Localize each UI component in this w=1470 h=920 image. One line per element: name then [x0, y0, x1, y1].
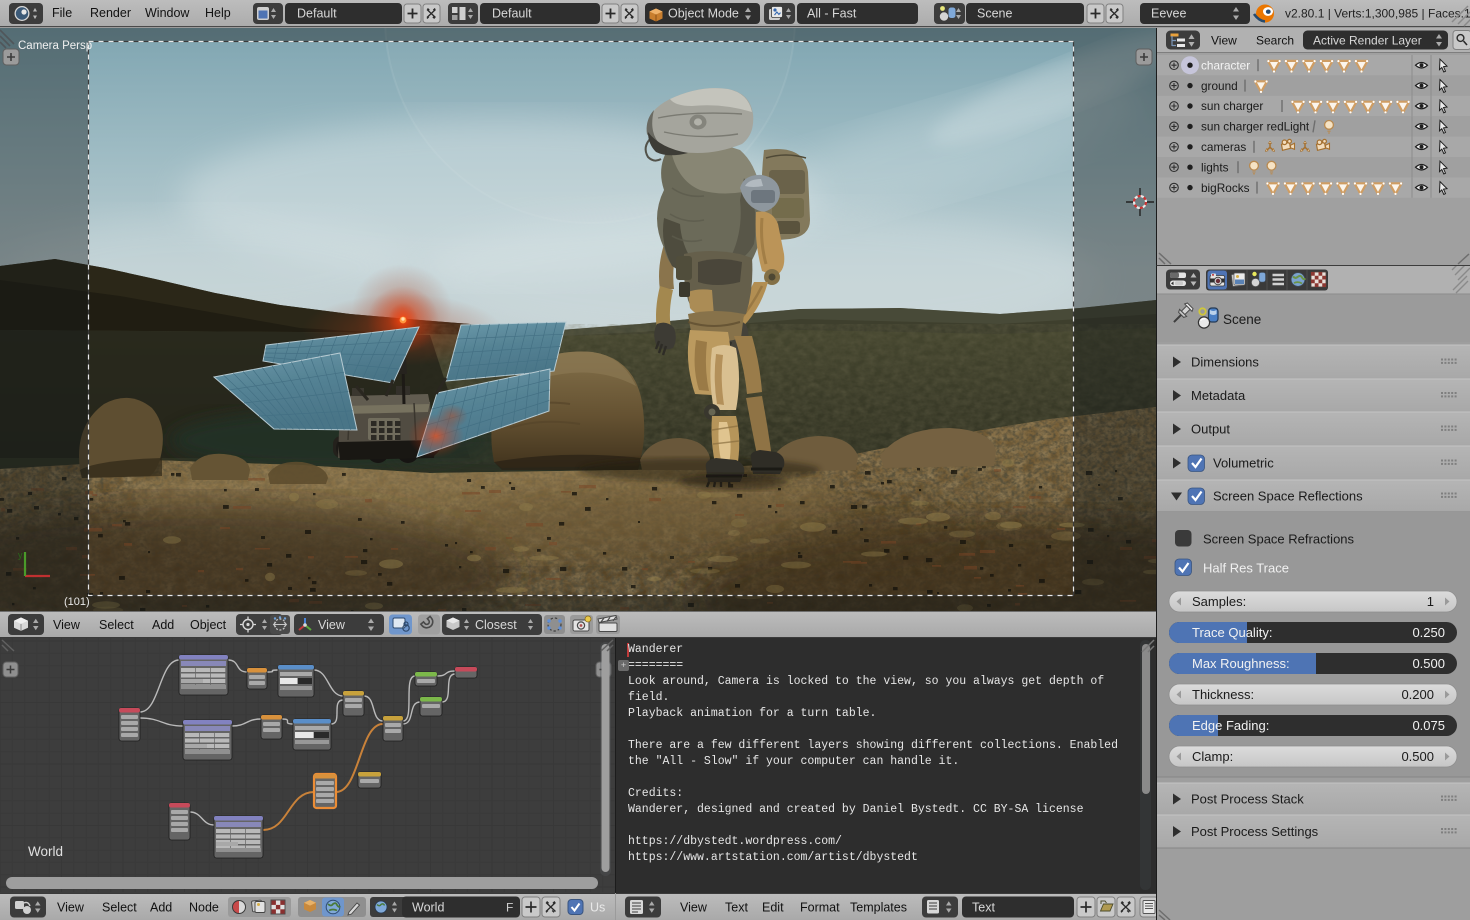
svg-text:Scene: Scene	[977, 7, 1012, 21]
svg-text:ground: ground	[1201, 79, 1238, 93]
svg-text:Add: Add	[152, 618, 174, 632]
svg-text:Text: Text	[972, 901, 995, 915]
svg-text:Screen Space Refractions: Screen Space Refractions	[1203, 532, 1355, 547]
svg-text:Volumetric: Volumetric	[1213, 456, 1274, 471]
svg-text:Active Render Layer: Active Render Layer	[1313, 34, 1422, 48]
svg-text:character: character	[1201, 58, 1250, 72]
svg-text:Object: Object	[190, 618, 227, 632]
svg-text:Object Mode: Object Mode	[668, 7, 739, 21]
svg-text:Default: Default	[492, 7, 532, 21]
svg-text:y: y	[18, 550, 23, 560]
svg-text:Post Process Stack: Post Process Stack	[1191, 792, 1304, 807]
svg-text:Node: Node	[189, 901, 219, 915]
svg-text:View: View	[680, 901, 708, 915]
svg-text:Post Process Settings: Post Process Settings	[1191, 824, 1319, 839]
svg-text:F: F	[506, 901, 513, 915]
svg-text:Output: Output	[1191, 422, 1230, 437]
svg-text:View: View	[57, 901, 85, 915]
svg-text:Scene: Scene	[1223, 312, 1261, 327]
svg-text:cameras: cameras	[1201, 140, 1246, 154]
svg-text:Edge Fading:: Edge Fading:	[1192, 718, 1269, 733]
svg-text:Eevee: Eevee	[1151, 7, 1186, 21]
svg-text:0.500: 0.500	[1412, 656, 1445, 671]
svg-text:Metadata: Metadata	[1191, 388, 1246, 403]
svg-text:0.200: 0.200	[1401, 687, 1434, 702]
svg-text:Text: Text	[725, 901, 748, 915]
svg-text:World: World	[28, 844, 63, 859]
svg-text:0.250: 0.250	[1412, 625, 1445, 640]
svg-text:Search: Search	[1256, 34, 1294, 48]
svg-text:(101): (101)	[64, 596, 90, 608]
svg-text:Samples:: Samples:	[1192, 594, 1246, 609]
svg-text:lights: lights	[1201, 160, 1229, 174]
svg-text:View: View	[1211, 34, 1237, 48]
svg-text:Select: Select	[99, 618, 134, 632]
svg-text:Edit: Edit	[762, 901, 784, 915]
svg-text:bigRocks: bigRocks	[1201, 181, 1250, 195]
svg-text:v2.80.1 | Verts:1,300,985 | Fa: v2.80.1 | Verts:1,300,985 | Faces:1,	[1285, 7, 1470, 21]
svg-text:0.500: 0.500	[1401, 749, 1434, 764]
svg-text:Default: Default	[297, 7, 337, 21]
svg-text:Us: Us	[590, 901, 605, 915]
svg-text:1: 1	[1427, 594, 1434, 609]
svg-text:Dimensions: Dimensions	[1191, 355, 1259, 370]
svg-text:Trace Quality:: Trace Quality:	[1192, 625, 1272, 640]
svg-text:Max Roughness:: Max Roughness:	[1192, 656, 1290, 671]
svg-text:sun charger: sun charger	[1201, 99, 1263, 113]
svg-text:Closest: Closest	[475, 618, 517, 632]
svg-text:Camera Persp: Camera Persp	[18, 40, 92, 52]
svg-text:Clamp:: Clamp:	[1192, 749, 1233, 764]
svg-text:View: View	[53, 618, 81, 632]
svg-text:Screen Space Reflections: Screen Space Reflections	[1213, 489, 1363, 504]
svg-text:Templates: Templates	[850, 901, 907, 915]
svg-text:sun charger redLight: sun charger redLight	[1201, 120, 1310, 134]
svg-text:Add: Add	[150, 901, 172, 915]
svg-text:View: View	[318, 618, 346, 632]
svg-text:Select: Select	[102, 901, 137, 915]
svg-text:Thickness:: Thickness:	[1192, 687, 1254, 702]
svg-text:World: World	[412, 901, 444, 915]
svg-text:Format: Format	[800, 901, 840, 915]
svg-text:Half Res Trace: Half Res Trace	[1203, 561, 1289, 576]
svg-text:All - Fast: All - Fast	[807, 7, 857, 21]
svg-text:0.075: 0.075	[1412, 718, 1445, 733]
